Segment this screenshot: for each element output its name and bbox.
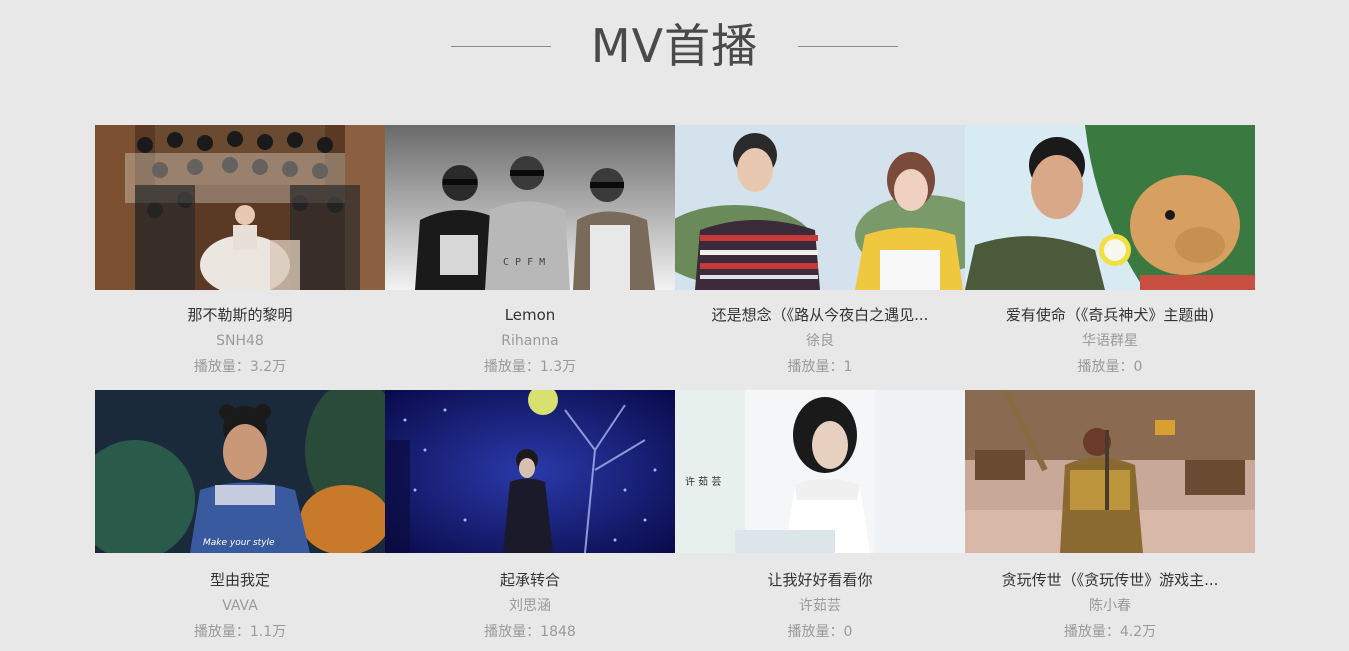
mv-thumbnail[interactable]: [385, 390, 675, 553]
header-line-left: [450, 45, 551, 47]
mv-title[interactable]: 爱有使命（《奇兵神犬》主题曲): [965, 305, 1255, 325]
mv-artist[interactable]: 陈小春: [965, 596, 1255, 616]
svg-text:许 茹 芸: 许 茹 芸: [685, 475, 721, 488]
mv-thumbnail[interactable]: 许 茹 芸: [675, 390, 965, 553]
mv-artist[interactable]: 徐良: [675, 331, 965, 351]
mv-title[interactable]: 型由我定: [95, 570, 385, 590]
mv-play-count: 播放量：4.2万: [1063, 624, 1157, 640]
mv-card[interactable]: 爱有使命（《奇兵神犬》主题曲) 华语群星 播放量：0: [965, 125, 1255, 390]
mv-thumbnail[interactable]: [965, 390, 1255, 553]
mv-thumbnail[interactable]: [675, 125, 965, 290]
mv-title[interactable]: 起承转合: [385, 570, 675, 590]
mv-artist[interactable]: VAVA: [95, 596, 385, 616]
mv-thumbnail[interactable]: C P F M: [385, 125, 675, 290]
mv-artist[interactable]: 刘思涵: [385, 596, 675, 616]
mv-artist[interactable]: SNH48: [95, 331, 385, 351]
mv-title[interactable]: 贪玩传世（《贪玩传世》游戏主...: [965, 570, 1255, 590]
mv-title[interactable]: Lemon: [385, 305, 675, 325]
svg-text:C P F M: C P F M: [503, 257, 545, 268]
mv-play-count: 播放量：1: [787, 359, 853, 375]
mv-premiere-page: MV首播 那不勒斯的黎明 SNH48 播放量：3.2万 C P F M Lemo…: [0, 0, 1349, 651]
mv-grid: 那不勒斯的黎明 SNH48 播放量：3.2万 C P F M Lemon Rih…: [95, 125, 1256, 651]
mv-thumbnail[interactable]: [95, 125, 385, 290]
section-title: MV首播: [590, 19, 759, 73]
mv-play-count: 播放量：1.1万: [193, 624, 287, 640]
mv-card[interactable]: 许 茹 芸 让我好好看看你 许茹芸 播放量：0: [675, 390, 965, 651]
mv-artist[interactable]: Rihanna: [385, 331, 675, 351]
mv-card[interactable]: C P F M Lemon Rihanna 播放量：1.3万: [385, 125, 675, 390]
header-line-right: [798, 45, 899, 47]
mv-play-count: 播放量：3.2万: [193, 359, 287, 375]
mv-title[interactable]: 那不勒斯的黎明: [95, 305, 385, 325]
mv-card[interactable]: Make your style 型由我定 VAVA 播放量：1.1万: [95, 390, 385, 651]
mv-artist[interactable]: 许茹芸: [675, 596, 965, 616]
mv-card[interactable]: 贪玩传世（《贪玩传世》游戏主... 陈小春 播放量：4.2万: [965, 390, 1255, 651]
mv-card[interactable]: 起承转合 刘思涵 播放量：1848: [385, 390, 675, 651]
mv-play-count: 播放量：0: [787, 624, 853, 640]
mv-title[interactable]: 让我好好看看你: [675, 570, 965, 590]
mv-play-count: 播放量：0: [1077, 359, 1143, 375]
mv-thumbnail[interactable]: [965, 125, 1255, 290]
mv-card[interactable]: 还是想念（《路从今夜白之遇见... 徐良 播放量：1: [675, 125, 965, 390]
svg-text:Make your style: Make your style: [203, 538, 275, 548]
section-header: MV首播: [0, 14, 1349, 78]
mv-thumbnail[interactable]: Make your style: [95, 390, 385, 553]
mv-title[interactable]: 还是想念（《路从今夜白之遇见...: [675, 305, 965, 325]
mv-play-count: 播放量：1848: [484, 624, 576, 640]
mv-artist[interactable]: 华语群星: [965, 331, 1255, 351]
mv-card[interactable]: 那不勒斯的黎明 SNH48 播放量：3.2万: [95, 125, 385, 390]
mv-play-count: 播放量：1.3万: [483, 359, 577, 375]
